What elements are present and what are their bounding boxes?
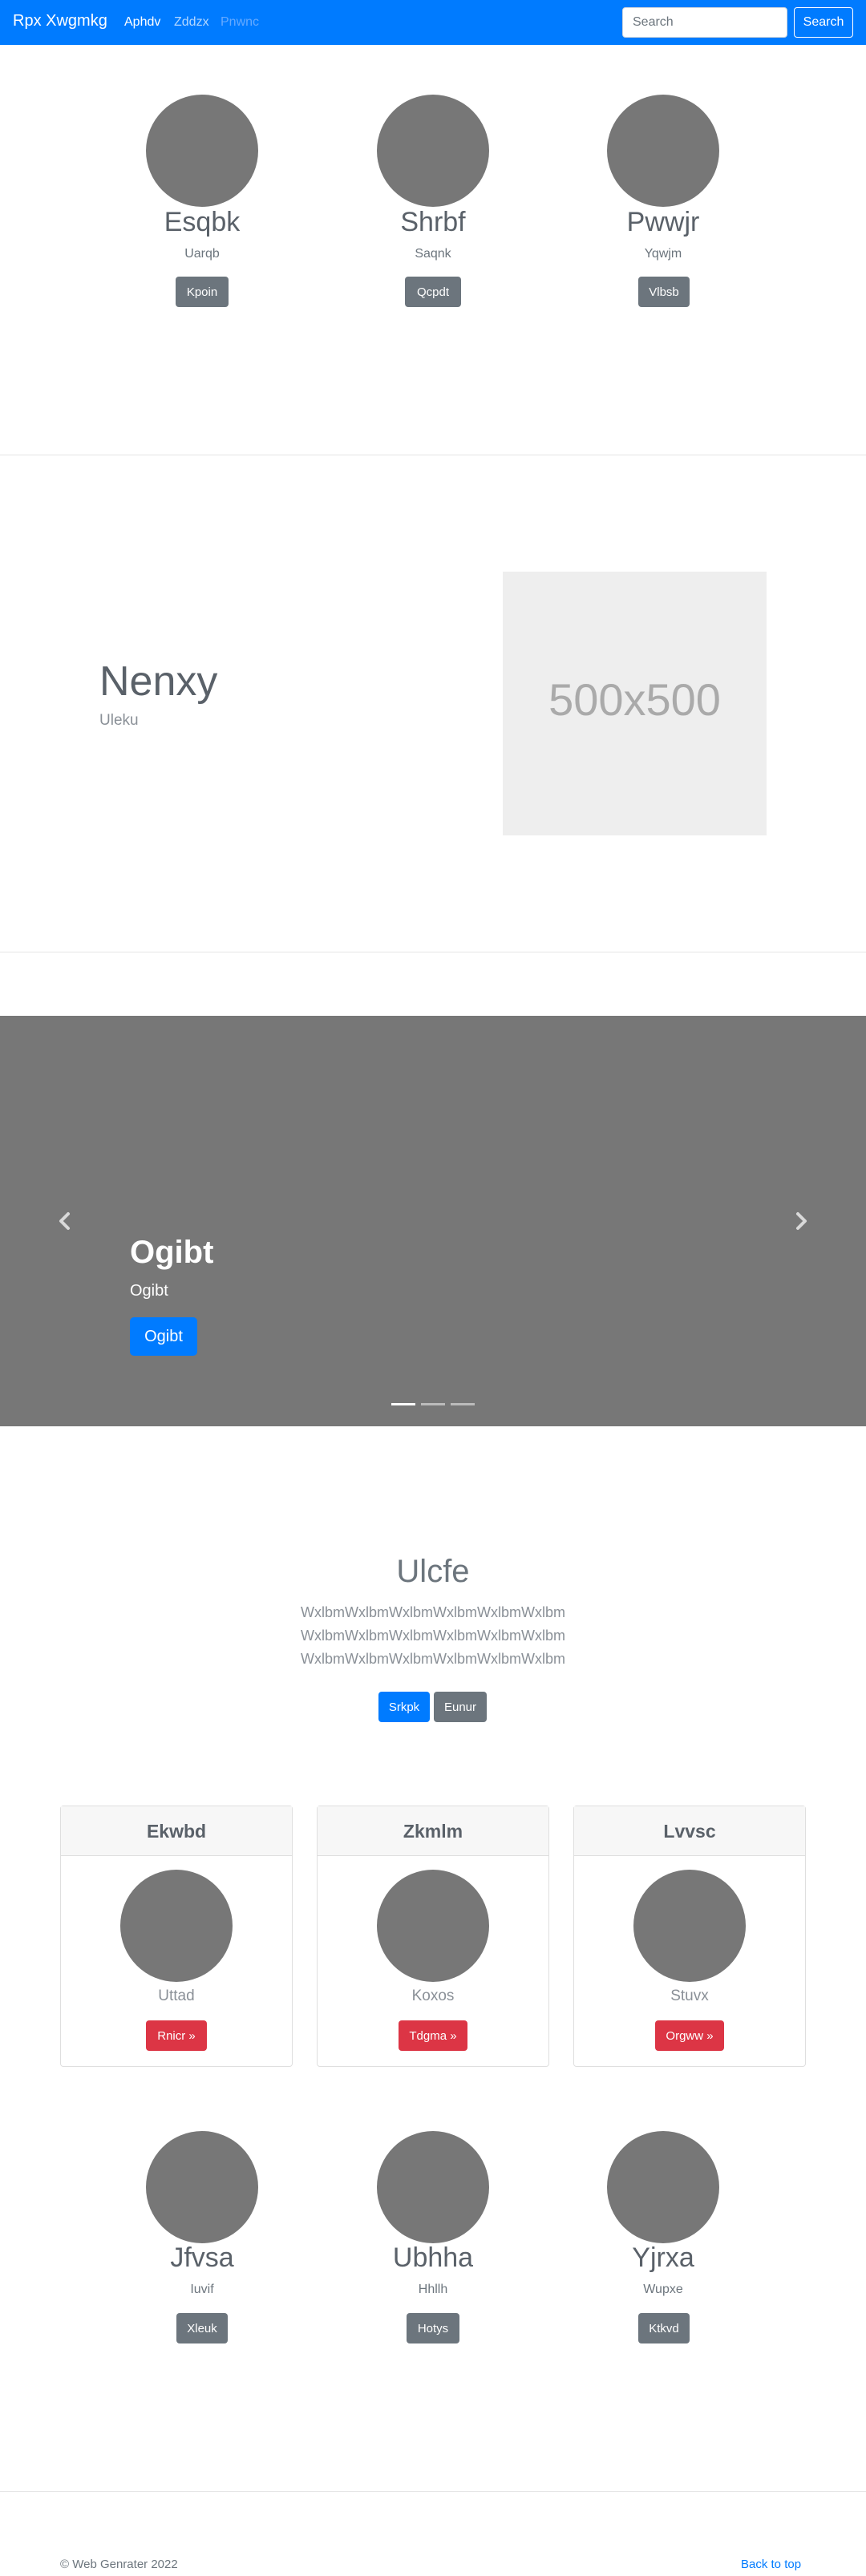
divider <box>0 2491 866 2492</box>
secondary-button[interactable]: Eunur <box>434 1692 487 1722</box>
card-header: Ekwbd <box>61 1806 292 1856</box>
person-button[interactable]: Hotys <box>407 2313 459 2343</box>
person-subtitle: Iuvif <box>190 2283 214 2296</box>
card-button[interactable]: Tdgma » <box>399 2020 467 2051</box>
jumbotron-text: WxlbmWxlbmWxlbmWxlbmWxlbmWxlbm <box>301 1628 565 1644</box>
navbar: Rpx Xwgmkg Aphdv Zddzx Pnwnc Search <box>0 0 866 45</box>
brand[interactable]: Rpx Xwgmkg <box>13 12 107 30</box>
primary-button[interactable]: Srkpk <box>378 1692 430 1722</box>
carousel-subtitle: Ogibt <box>130 1282 168 1300</box>
avatar-placeholder <box>120 1870 233 1982</box>
avatar-placeholder <box>146 2131 258 2243</box>
card: Zkmlm Koxos Tdgma » <box>317 1806 549 2067</box>
jumbotron-text: WxlbmWxlbmWxlbmWxlbmWxlbmWxlbm <box>301 1604 565 1620</box>
person-name: Esqbk <box>164 207 241 237</box>
card-text: Stuvx <box>670 1988 709 2004</box>
person-name: Yjrxa <box>632 2242 694 2273</box>
card-header: Lvvsc <box>574 1806 805 1856</box>
card: Ekwbd Uttad Rnicr » <box>60 1806 293 2067</box>
person-name: Pwwjr <box>626 207 700 237</box>
carousel-indicator[interactable] <box>391 1403 415 1405</box>
carousel-indicator[interactable] <box>451 1403 475 1405</box>
nav-link-aphdv[interactable]: Aphdv <box>124 15 160 30</box>
person-button[interactable]: Ktkvd <box>638 2313 690 2343</box>
search-input[interactable] <box>622 7 787 38</box>
nav-link-pnwnc[interactable]: Pnwnc <box>221 15 259 30</box>
avatar-placeholder <box>633 1870 746 1982</box>
person-subtitle: Saqnk <box>415 247 451 261</box>
person-subtitle: Yqwjm <box>644 247 682 261</box>
avatar-placeholder <box>146 95 258 207</box>
search-button[interactable]: Search <box>794 7 853 38</box>
nav-link-zddzx[interactable]: Zddzx <box>174 15 209 30</box>
chevron-left-icon[interactable] <box>53 1209 77 1233</box>
chevron-right-icon[interactable] <box>789 1209 813 1233</box>
carousel-button[interactable]: Ogibt <box>130 1317 197 1356</box>
person-subtitle: Uarqb <box>184 247 220 261</box>
person-subtitle: Hhllh <box>418 2283 448 2296</box>
card-button[interactable]: Orgww » <box>655 2020 724 2051</box>
carousel-title: Ogibt <box>130 1235 214 1270</box>
person-name: Shrbf <box>400 207 466 237</box>
back-to-top-link[interactable]: Back to top <box>741 2558 801 2571</box>
carousel-indicator[interactable] <box>421 1403 445 1405</box>
footer-copyright: © Web Genrater 2022 <box>60 2558 178 2571</box>
carousel <box>0 1016 866 1426</box>
avatar-placeholder <box>607 95 719 207</box>
feature-subtitle: Uleku <box>99 712 139 729</box>
jumbotron-text: WxlbmWxlbmWxlbmWxlbmWxlbmWxlbm <box>301 1651 565 1667</box>
card: Lvvsc Stuvx Orgww » <box>573 1806 806 2067</box>
avatar-placeholder <box>377 2131 489 2243</box>
avatar-placeholder <box>377 95 489 207</box>
person-button[interactable]: Xleuk <box>176 2313 228 2343</box>
image-placeholder-label: 500x500 <box>548 674 721 725</box>
person-button[interactable]: Kpoin <box>176 277 229 307</box>
avatar-placeholder <box>607 2131 719 2243</box>
card-header: Zkmlm <box>318 1806 548 1856</box>
feature-title: Nenxy <box>99 658 218 705</box>
card-button[interactable]: Rnicr » <box>146 2020 207 2051</box>
avatar-placeholder <box>377 1870 489 1982</box>
person-subtitle: Wupxe <box>643 2283 683 2296</box>
person-name: Jfvsa <box>170 2242 234 2273</box>
person-button[interactable]: Vlbsb <box>638 277 690 307</box>
card-text: Uttad <box>158 1988 195 2004</box>
person-name: Ubhha <box>392 2242 474 2273</box>
card-text: Koxos <box>411 1988 455 2004</box>
person-button[interactable]: Qcpdt <box>405 277 461 307</box>
jumbotron-title: Ulcfe <box>396 1554 470 1589</box>
